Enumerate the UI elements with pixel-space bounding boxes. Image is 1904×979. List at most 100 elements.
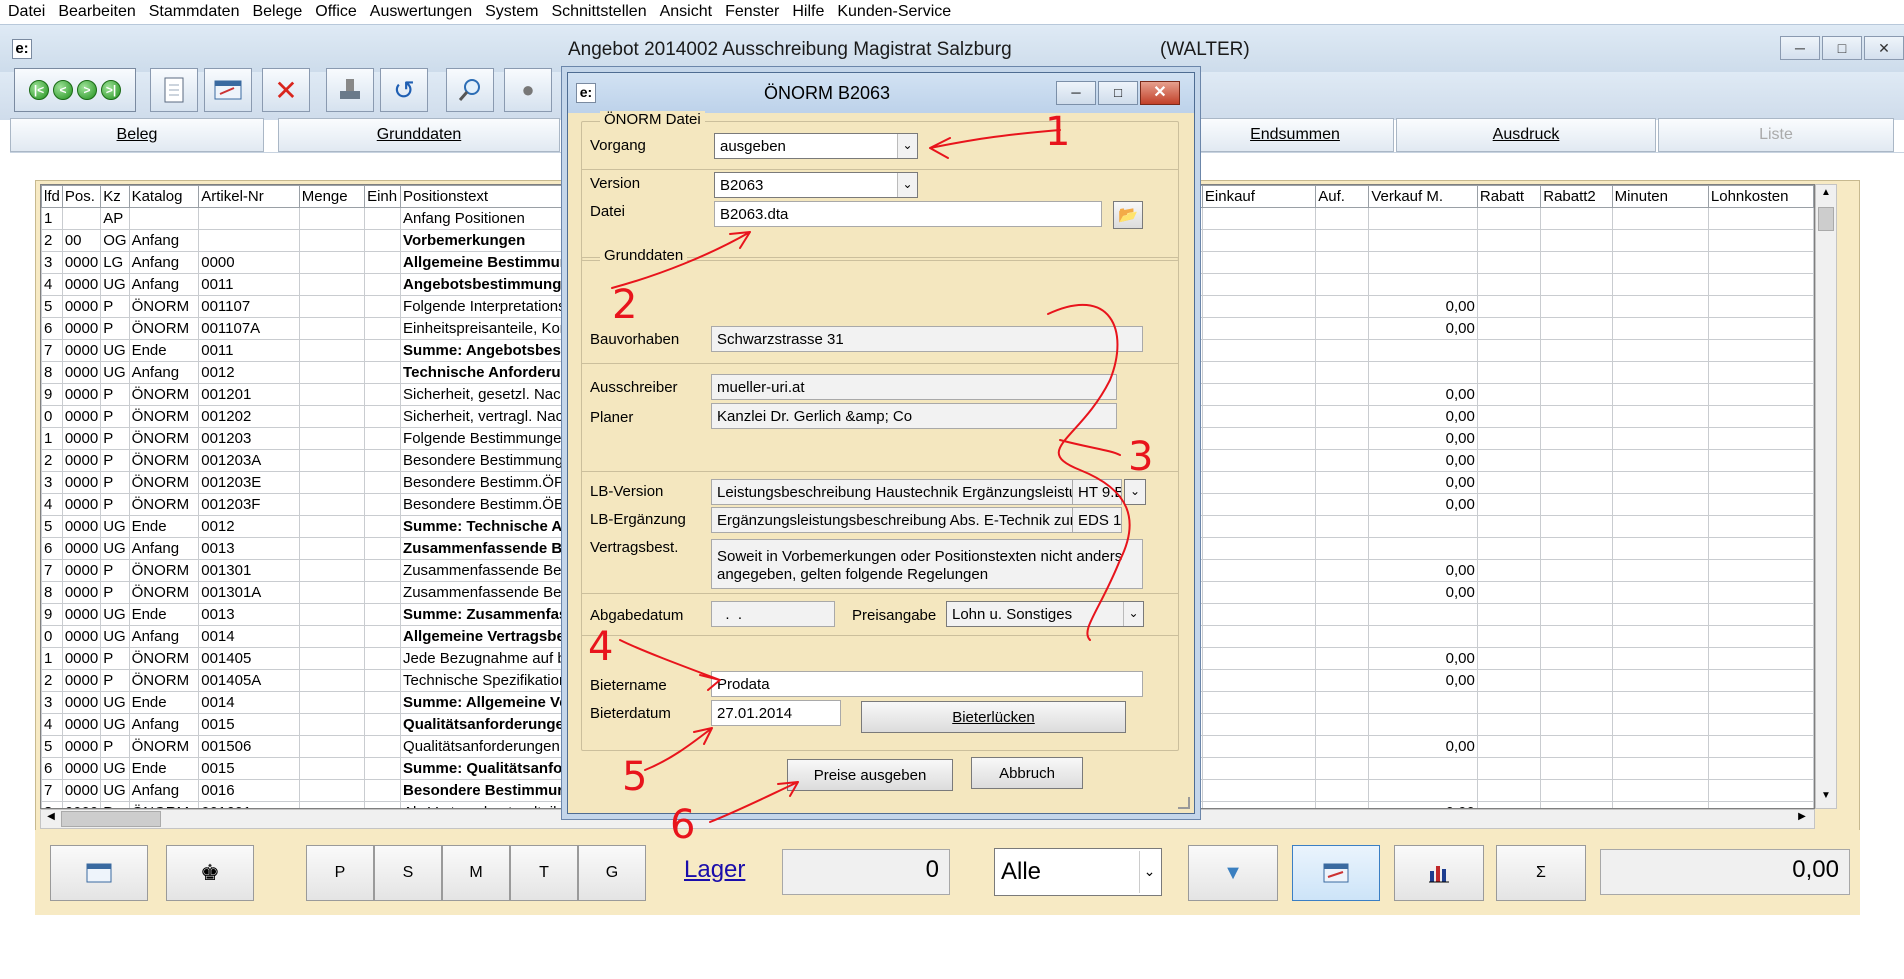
resize-grip-icon[interactable] <box>1178 797 1190 809</box>
datei-field[interactable]: B2063.dta <box>714 201 1102 227</box>
sum-button[interactable]: Σ <box>1496 845 1586 901</box>
menu-item-7[interactable]: Schnittstellen <box>551 3 646 21</box>
menu-item-3[interactable]: Belege <box>252 3 302 21</box>
vertical-scroll-thumb[interactable] <box>1818 207 1834 231</box>
tab-beleg[interactable]: Beleg <box>10 118 264 152</box>
next-record-icon[interactable]: > <box>77 80 97 100</box>
edit-form-icon[interactable] <box>204 68 252 112</box>
menu-item-1[interactable]: Bearbeiten <box>58 3 135 21</box>
ausschreiber-field[interactable]: mueller-uri.at <box>711 374 1117 400</box>
folder-open-icon[interactable]: 📂 <box>1113 201 1143 229</box>
column-header[interactable]: Menge <box>298 185 366 208</box>
austria-eagle-button[interactable]: ♚ <box>166 845 254 901</box>
minimize-icon[interactable]: ─ <box>1780 36 1820 60</box>
menu-item-6[interactable]: System <box>485 3 538 21</box>
filter-s-button[interactable]: S <box>374 845 442 901</box>
table-cell: Ende <box>128 515 200 538</box>
dialog-maximize-icon[interactable]: □ <box>1098 81 1138 105</box>
column-header[interactable]: Lohnkosten <box>1707 185 1814 208</box>
horizontal-scroll-thumb[interactable] <box>61 811 161 827</box>
filter-select[interactable]: Alle ⌄ <box>994 848 1162 896</box>
divider <box>581 363 1179 364</box>
tab-grunddaten[interactable]: Grunddaten <box>278 118 560 152</box>
menu-item-11[interactable]: Kunden-Service <box>837 3 951 21</box>
menu-item-9[interactable]: Fenster <box>725 3 779 21</box>
column-header[interactable]: Verkauf M. <box>1368 185 1478 208</box>
lb-version-dropdown[interactable]: ⌄ <box>1124 479 1146 505</box>
close-icon[interactable]: ✕ <box>1864 36 1904 60</box>
table-cell <box>1540 405 1613 428</box>
form-view-button[interactable] <box>1292 845 1380 901</box>
lb-ergaenzung-field[interactable]: Ergänzungsleistungsbeschreibung Abs. E-T… <box>711 507 1073 533</box>
tab-endsummen[interactable]: Endsummen <box>1196 118 1394 152</box>
undo-icon[interactable]: ↺ <box>380 68 428 112</box>
chart-button[interactable] <box>1394 845 1484 901</box>
scroll-left-icon[interactable]: ◀ <box>43 811 59 827</box>
filter-g-button[interactable]: G <box>578 845 646 901</box>
dialog-minimize-icon[interactable]: ─ <box>1056 81 1096 105</box>
column-header[interactable]: Pos. <box>61 185 102 208</box>
lb-version-field[interactable]: Leistungsbeschreibung Haustechnik Ergänz… <box>711 479 1073 505</box>
customer-card-button[interactable] <box>50 845 148 901</box>
previous-record-icon[interactable]: < <box>53 80 73 100</box>
column-header[interactable]: Minuten <box>1611 185 1709 208</box>
bieterluecken-button[interactable]: Bieterlücken <box>861 701 1126 733</box>
menu-item-10[interactable]: Hilfe <box>792 3 824 21</box>
scroll-up-icon[interactable]: ▲ <box>1818 187 1834 203</box>
tab-ausdruck[interactable]: Ausdruck <box>1396 118 1656 152</box>
bietername-field[interactable]: Prodata <box>711 671 1143 697</box>
menu-item-2[interactable]: Stammdaten <box>149 3 240 21</box>
lb-ergaenzung-code[interactable]: EDS 1 <box>1072 507 1122 533</box>
vertical-scrollbar[interactable]: ▲ ▼ <box>1815 184 1837 809</box>
table-cell <box>1611 669 1709 692</box>
abbruch-button[interactable]: Abbruch <box>971 757 1083 789</box>
preisangabe-select[interactable]: Lohn u. Sonstiges ⌄ <box>946 601 1144 627</box>
print-icon[interactable] <box>326 68 374 112</box>
abgabedatum-field[interactable]: . . <box>711 601 835 627</box>
tab-liste[interactable]: Liste <box>1658 118 1894 152</box>
delete-icon[interactable]: ✕ <box>262 68 310 112</box>
last-record-icon[interactable]: >| <box>101 80 121 100</box>
column-header[interactable]: Einh <box>364 185 402 208</box>
cup-button[interactable]: ▼ <box>1188 845 1278 901</box>
table-cell: Anfang <box>128 779 200 802</box>
bieterdatum-field[interactable]: 27.01.2014 <box>711 700 841 726</box>
new-document-icon[interactable] <box>150 68 198 112</box>
lager-link[interactable]: Lager <box>684 856 745 884</box>
column-header[interactable]: Artikel-Nr <box>198 185 300 208</box>
first-record-icon[interactable]: |< <box>29 80 49 100</box>
column-header[interactable]: lfd <box>41 185 63 208</box>
menu-item-4[interactable]: Office <box>315 3 357 21</box>
vorgang-select[interactable]: ausgeben ⌄ <box>714 133 918 159</box>
menu-item-0[interactable]: Datei <box>8 3 45 21</box>
filter-m-button[interactable]: M <box>442 845 510 901</box>
search-icon[interactable] <box>446 68 494 112</box>
bauvorhaben-field[interactable]: Schwarzstrasse 31 <box>711 326 1143 352</box>
filter-t-button[interactable]: T <box>510 845 578 901</box>
planer-field[interactable]: Kanzlei Dr. Gerlich &amp; Co <box>711 403 1117 429</box>
map-icon[interactable]: ● <box>504 68 552 112</box>
app-icon[interactable]: e: <box>12 39 32 59</box>
column-header[interactable]: Rabatt <box>1476 185 1542 208</box>
preise-ausgeben-button[interactable]: Preise ausgeben <box>787 759 953 791</box>
column-header[interactable]: Auf. <box>1315 185 1370 208</box>
filter-p-button[interactable]: P <box>306 845 374 901</box>
dialog-app-icon[interactable]: e: <box>576 83 596 103</box>
scroll-down-icon[interactable]: ▼ <box>1818 790 1834 806</box>
scroll-right-icon[interactable]: ▶ <box>1794 811 1810 827</box>
vertragsbest-field[interactable]: Soweit in Vorbemerkungen oder Positionst… <box>711 539 1143 589</box>
column-header[interactable]: Katalog <box>128 185 200 208</box>
column-header[interactable]: Einkauf <box>1201 185 1317 208</box>
table-cell <box>364 405 402 428</box>
table-cell: 001203A <box>198 449 300 472</box>
table-cell <box>1540 581 1613 604</box>
version-select[interactable]: B2063 ⌄ <box>714 172 918 198</box>
column-header[interactable]: Kz <box>100 185 130 208</box>
column-header[interactable]: Rabatt2 <box>1540 185 1613 208</box>
lb-version-code[interactable]: HT 9.B <box>1072 479 1122 505</box>
maximize-icon[interactable]: □ <box>1822 36 1862 60</box>
dialog-close-icon[interactable]: ✕ <box>1140 81 1180 105</box>
menu-item-5[interactable]: Auswertungen <box>370 3 472 21</box>
menu-item-8[interactable]: Ansicht <box>660 3 712 21</box>
window-user: (WALTER) <box>1160 39 1250 60</box>
